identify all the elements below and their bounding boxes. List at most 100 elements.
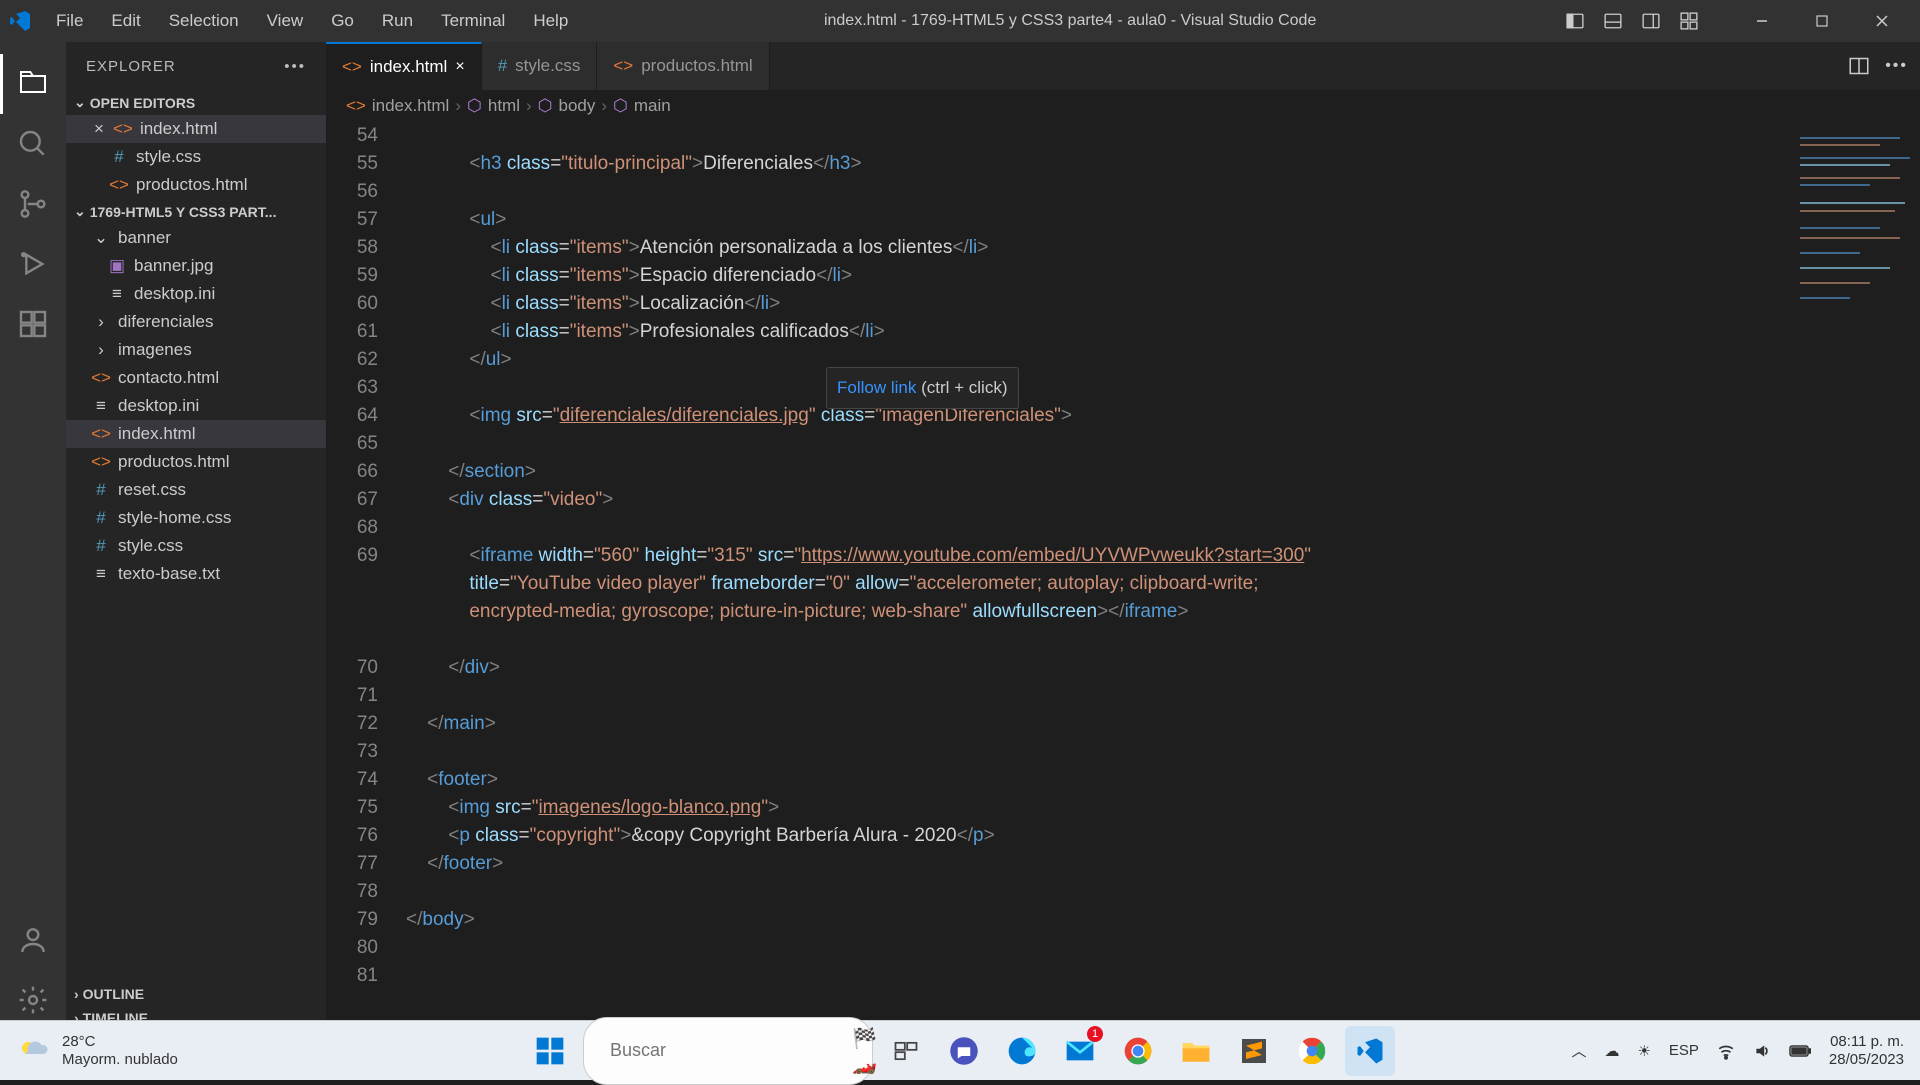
- tree-item[interactable]: <>contacto.html: [66, 364, 326, 392]
- tray-lang[interactable]: ESP: [1669, 1042, 1699, 1059]
- weather-temp: 28°C: [62, 1033, 178, 1051]
- window-title: index.html - 1769-HTML5 y CSS3 parte4 - …: [580, 12, 1560, 30]
- tree-item[interactable]: <>productos.html: [66, 448, 326, 476]
- tree-item[interactable]: ≡desktop.ini: [66, 280, 326, 308]
- chrome-canary-icon[interactable]: [1287, 1026, 1337, 1076]
- open-editor-item[interactable]: × <> index.html: [66, 115, 326, 143]
- tray-onedrive-icon[interactable]: ☁: [1604, 1042, 1619, 1060]
- file-label: index.html: [140, 119, 217, 139]
- task-view-icon[interactable]: [881, 1026, 931, 1076]
- activity-explorer[interactable]: [0, 54, 66, 114]
- tray-wifi-icon[interactable]: [1717, 1042, 1735, 1060]
- explorer-header: EXPLORER •••: [66, 42, 326, 90]
- menubar: File Edit Selection View Go Run Terminal…: [44, 5, 580, 37]
- minimize-button[interactable]: [1732, 0, 1792, 42]
- tree-item[interactable]: ›imagenes: [66, 336, 326, 364]
- start-button[interactable]: [525, 1026, 575, 1076]
- file-label: productos.html: [136, 175, 248, 195]
- breadcrumbs[interactable]: <>index.html › ⬡html › ⬡body › ⬡main: [326, 90, 1920, 122]
- html-file-icon: <>: [112, 119, 134, 139]
- menu-view[interactable]: View: [255, 5, 316, 37]
- layout-sidebar-right-icon[interactable]: [1640, 10, 1662, 32]
- activity-run-debug[interactable]: [0, 234, 66, 294]
- more-icon[interactable]: •••: [284, 58, 306, 75]
- editor-tab[interactable]: <>productos.html: [597, 42, 769, 90]
- tree-item[interactable]: <>index.html: [66, 420, 326, 448]
- chat-icon[interactable]: [939, 1026, 989, 1076]
- breadcrumb-item[interactable]: body: [559, 96, 596, 116]
- taskbar-search[interactable]: 🏁🏎️: [583, 1017, 873, 1085]
- menu-help[interactable]: Help: [521, 5, 580, 37]
- split-editor-icon[interactable]: [1849, 56, 1869, 76]
- activity-accounts[interactable]: [0, 910, 66, 970]
- explorer-title: EXPLORER: [86, 58, 176, 75]
- editor-tab[interactable]: <>index.html×: [326, 42, 482, 90]
- tree-item[interactable]: #reset.css: [66, 476, 326, 504]
- tree-item[interactable]: ⌄banner: [66, 224, 326, 252]
- chevron-down-icon: ⌄: [74, 203, 86, 220]
- outline-header[interactable]: › OUTLINE: [66, 982, 326, 1006]
- breadcrumb-item[interactable]: html: [488, 96, 520, 116]
- vscode-icon[interactable]: [1345, 1026, 1395, 1076]
- tray-datetime[interactable]: 08:11 p. m. 28/05/2023: [1829, 1033, 1904, 1069]
- code-editor[interactable]: 5455565758596061626364656667686970717273…: [326, 122, 1920, 1030]
- minimap[interactable]: [1790, 122, 1920, 1030]
- outline-label: OUTLINE: [83, 986, 144, 1002]
- edge-icon[interactable]: [997, 1026, 1047, 1076]
- code-content[interactable]: <h3 class="titulo-principal">Diferencial…: [406, 122, 1920, 1030]
- menu-terminal[interactable]: Terminal: [429, 5, 517, 37]
- tray-weather-icon[interactable]: ☀: [1637, 1042, 1650, 1060]
- close-button[interactable]: [1852, 0, 1912, 42]
- breadcrumb-item[interactable]: index.html: [372, 96, 449, 116]
- tray-volume-icon[interactable]: [1753, 1042, 1771, 1060]
- tray-chevron-icon[interactable]: ︿: [1571, 1040, 1586, 1061]
- open-editors-header[interactable]: ⌄ OPEN EDITORS: [66, 90, 326, 115]
- sublime-icon[interactable]: [1229, 1026, 1279, 1076]
- more-icon[interactable]: •••: [1885, 57, 1908, 75]
- menu-selection[interactable]: Selection: [157, 5, 251, 37]
- open-editor-item[interactable]: # style.css: [66, 143, 326, 171]
- chevron-right-icon: ›: [74, 986, 79, 1002]
- maximize-button[interactable]: [1792, 0, 1852, 42]
- layout-panel-icon[interactable]: [1602, 10, 1624, 32]
- hover-tooltip: Follow link (ctrl + click): [826, 367, 1019, 409]
- chrome-icon[interactable]: [1113, 1026, 1163, 1076]
- menu-edit[interactable]: Edit: [99, 5, 152, 37]
- tree-item[interactable]: ≡desktop.ini: [66, 392, 326, 420]
- tree-item[interactable]: ›diferenciales: [66, 308, 326, 336]
- css-file-icon: #: [108, 147, 130, 167]
- project-header[interactable]: ⌄ 1769-HTML5 Y CSS3 PART...: [66, 199, 326, 224]
- tree-item[interactable]: ▣banner.jpg: [66, 252, 326, 280]
- tree-item[interactable]: #style.css: [66, 532, 326, 560]
- search-input[interactable]: [610, 1040, 842, 1061]
- follow-link-label[interactable]: Follow link: [837, 378, 916, 397]
- titlebar: File Edit Selection View Go Run Terminal…: [0, 0, 1920, 42]
- close-icon[interactable]: ×: [94, 119, 104, 139]
- layout-sidebar-left-icon[interactable]: [1564, 10, 1586, 32]
- activity-extensions[interactable]: [0, 294, 66, 354]
- open-editors-label: OPEN EDITORS: [90, 95, 196, 111]
- menu-run[interactable]: Run: [370, 5, 425, 37]
- html-file-icon: <>: [108, 175, 130, 195]
- activity-search[interactable]: [0, 114, 66, 174]
- windows-taskbar: 28°C Mayorm. nublado 🏁🏎️ 1 ︿ ☁ ☀ ESP 08:…: [0, 1020, 1920, 1080]
- menu-file[interactable]: File: [44, 5, 95, 37]
- chevron-down-icon: ⌄: [74, 94, 86, 111]
- editor-tab[interactable]: #style.css: [482, 42, 598, 90]
- activity-bar: [0, 42, 66, 1030]
- breadcrumb-item[interactable]: main: [634, 96, 671, 116]
- file-explorer-icon[interactable]: [1171, 1026, 1221, 1076]
- titlebar-right: [1560, 0, 1912, 42]
- tree-item[interactable]: #style-home.css: [66, 504, 326, 532]
- menu-go[interactable]: Go: [319, 5, 366, 37]
- mail-icon[interactable]: 1: [1055, 1026, 1105, 1076]
- tree-item[interactable]: ≡texto-base.txt: [66, 560, 326, 588]
- open-editor-item[interactable]: <> productos.html: [66, 171, 326, 199]
- tray-battery-icon[interactable]: [1789, 1044, 1811, 1058]
- layout-customize-icon[interactable]: [1678, 10, 1700, 32]
- activity-source-control[interactable]: [0, 174, 66, 234]
- tab-close-icon[interactable]: ×: [455, 58, 464, 76]
- line-numbers: 5455565758596061626364656667686970717273…: [326, 122, 406, 1030]
- weather-widget[interactable]: 28°C Mayorm. nublado: [16, 1033, 178, 1069]
- weather-desc: Mayorm. nublado: [62, 1051, 178, 1069]
